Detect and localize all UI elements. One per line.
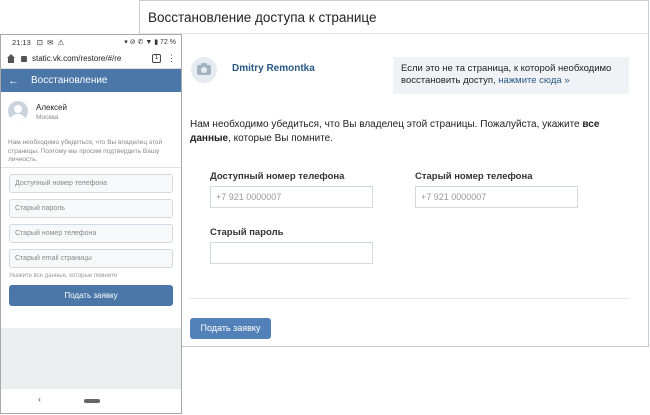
old-password-input[interactable]: Старый пароль: [9, 199, 173, 218]
menu-dots-icon[interactable]: ⋮: [167, 53, 176, 64]
available-phone-input[interactable]: +7 921 0000007: [210, 186, 373, 208]
back-arrow-icon[interactable]: ←: [8, 75, 19, 87]
browser-url-bar: static.vk.com/restore/#/re 1 ⋮: [1, 49, 181, 69]
submit-request-button[interactable]: Подать заявку: [9, 285, 173, 306]
camera-icon: [197, 63, 211, 75]
page-title: Восстановление доступа к странице: [140, 1, 648, 34]
old-password-input[interactable]: [210, 242, 373, 264]
desktop-restore-window: Восстановление доступа к странице Dmitry…: [139, 0, 649, 347]
home-icon[interactable]: [6, 54, 16, 63]
avatar: [8, 101, 28, 121]
system-nav-bar: ‹: [1, 389, 181, 413]
submit-request-button[interactable]: Подать заявку: [190, 318, 271, 339]
old-email-input[interactable]: Старый email страницы: [9, 249, 173, 268]
profile-avatar: [191, 57, 217, 83]
info-text: Нам необходимо убедиться, что Вы владеле…: [8, 139, 163, 163]
lock-icon: [21, 55, 27, 62]
wrong-page-notice: Если это не та страница, к которой необх…: [393, 57, 629, 94]
empty-area: [1, 328, 181, 390]
user-city: Москва: [36, 114, 59, 121]
old-phone-label: Старый номер телефона: [415, 171, 533, 182]
app-header: ← Восстановление: [1, 69, 181, 92]
status-right: ▾ ⊘ ✆ ▼ ▮ 72 %: [124, 39, 176, 46]
divider: [1, 167, 181, 168]
available-phone-input[interactable]: Доступный номер телефона: [9, 174, 173, 193]
divider: [190, 298, 630, 299]
available-phone-label: Доступный номер телефона: [210, 171, 345, 182]
app-header-title: Восстановление: [31, 75, 108, 86]
old-password-label: Старый пароль: [210, 227, 284, 238]
click-here-link[interactable]: нажмите сюда »: [498, 75, 569, 86]
status-time: 21:13: [12, 37, 31, 47]
tabs-count-icon[interactable]: 1: [152, 54, 161, 63]
old-phone-input[interactable]: Старый номер телефона: [9, 224, 173, 243]
user-name: Алексей: [36, 103, 67, 112]
lead-text: Нам необходимо убедиться, что Вы владеле…: [190, 119, 580, 130]
url-text[interactable]: static.vk.com/restore/#/re: [32, 54, 121, 63]
lead-tail: , которые Вы помните.: [228, 133, 334, 144]
instructions-text: Нам необходимо убедиться, что Вы владеле…: [190, 118, 610, 146]
mobile-screen: 21:13 ⊡ ✉ ⚠ ▾ ⊘ ✆ ▼ ▮ 72 % static.vk.com…: [0, 34, 182, 414]
user-card: Алексей Москва: [1, 99, 181, 139]
status-bar: 21:13 ⊡ ✉ ⚠ ▾ ⊘ ✆ ▼ ▮ 72 %: [1, 35, 181, 49]
home-pill-icon[interactable]: [84, 399, 100, 403]
old-phone-input[interactable]: +7 921 0000007: [415, 186, 578, 208]
profile-name-link[interactable]: Dmitry Remontka: [232, 63, 315, 74]
notification-icons: ⊡ ✉ ⚠: [36, 37, 66, 47]
nav-back-icon[interactable]: ‹: [38, 394, 41, 404]
hint-text: Укажите все данные, которые помните: [9, 273, 118, 279]
